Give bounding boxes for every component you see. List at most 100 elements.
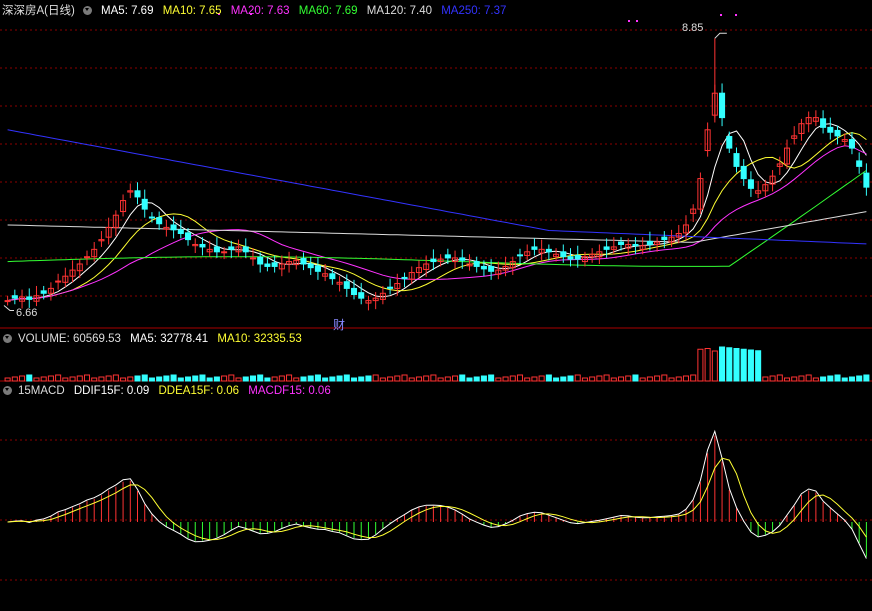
volume-bar [567,375,574,382]
volume-bar [589,376,596,382]
volume-bar [127,376,134,382]
volume-bar [553,377,560,382]
volume-bar [610,377,617,382]
candle-body [358,292,365,299]
volume-bar [112,374,119,382]
volume-bar [488,374,495,382]
min-price-pointer [3,305,14,311]
moving-average-lines [7,123,867,302]
volume-bar [394,375,401,382]
ma250-legend: MA250: 7.37 [441,5,507,17]
candle-body [350,287,358,295]
volume-bar [524,377,531,382]
volume-bar [473,376,480,382]
dropdown-icon[interactable] [82,6,92,15]
volume-bar [257,374,264,382]
candle-body [11,295,18,299]
candle-body [401,276,408,280]
volume-bar [242,376,249,382]
volume-bar [4,377,11,382]
macdf-legend: MACDF15: 0.06 [248,385,331,397]
volume-bar [206,377,213,382]
volume-bar [148,377,155,382]
dropdown-icon[interactable] [3,386,12,395]
candle-body [531,246,538,250]
volume-bar [98,376,105,382]
volume-bar [740,348,747,382]
volume-bar [343,374,350,382]
candle-body [516,254,524,257]
volume-bar [235,377,242,382]
ma20-legend: MA20: 7.63 [230,5,290,17]
volume-bar [495,377,502,382]
ma120-legend: MA120: 7.40 [366,5,432,17]
candle-body [480,265,487,270]
candle-body [820,118,827,128]
candle-body [264,263,271,267]
candle-body [444,254,451,259]
candle-body [177,229,184,234]
volume-bar [452,375,459,382]
volume-bar [545,374,552,382]
volume-bar [654,375,661,382]
volume-legend: VOLUME: 60569.53 MA5: 32778.41 MA10: 323… [0,331,308,347]
ma60-line [7,169,867,267]
volume-bar [307,375,314,382]
candle-body [834,129,841,137]
volume-bar [755,350,762,382]
candle-body [560,251,567,258]
volume-bar [617,376,625,382]
candle-body [213,246,220,253]
stock-name: 深深房A [2,5,45,17]
volume-bar [747,349,754,382]
volume-bar [40,376,47,382]
vol-ma10: MA10: 32335.53 [217,333,302,345]
candle-body [314,265,321,272]
volume-bar [848,376,855,382]
volume-bar [783,377,791,382]
volume-bar [91,377,98,382]
volume-bar [170,374,177,382]
candle-body [733,153,740,167]
volume-bar [574,374,581,382]
volume-bar [603,374,610,382]
candle-body [26,296,33,300]
volume-bar [228,374,235,382]
dropdown-icon[interactable] [3,334,12,343]
volume-bar [76,375,83,382]
volume-bar [134,375,141,382]
candle-body [134,190,141,198]
volume-bar [560,376,567,382]
price-legend: 深深房A(日线) MA5: 7.69 MA10: 7.65 MA20: 7.63… [2,3,512,19]
volume-bar [726,347,733,382]
candle-body [473,261,480,267]
volume-bar [408,377,415,382]
candle-body [827,126,834,133]
dif-legend: DDIF15F: 0.09 [73,385,150,397]
ma60-legend: MA60: 7.69 [298,5,358,17]
volume-bar [437,377,444,382]
candle-body [228,246,235,250]
signal-dot [735,14,737,16]
volume-bar [221,375,228,382]
volume-bar [856,375,863,382]
event-marker[interactable]: 财 [333,316,345,333]
volume-bar [430,374,437,382]
ma5-legend: MA5: 7.69 [101,5,154,17]
volume-bar [668,377,675,382]
dif-line [7,429,867,559]
max-price-label: 8.85 [682,22,704,34]
volume-bar [834,374,841,382]
macd-legend: 15MACD DDIF15F: 0.09 DDEA15F: 0.06 MACDF… [0,383,337,399]
candle-body [156,217,163,225]
candle-body [271,262,278,267]
volume-bar [314,374,321,382]
candle-body [863,172,870,188]
candle-body [574,254,581,260]
candle-body [617,241,625,245]
volume-bar [329,376,336,382]
volume-bar [47,375,54,382]
candle-body [343,281,350,289]
macd-series [7,429,867,559]
volume-bar [776,374,783,382]
